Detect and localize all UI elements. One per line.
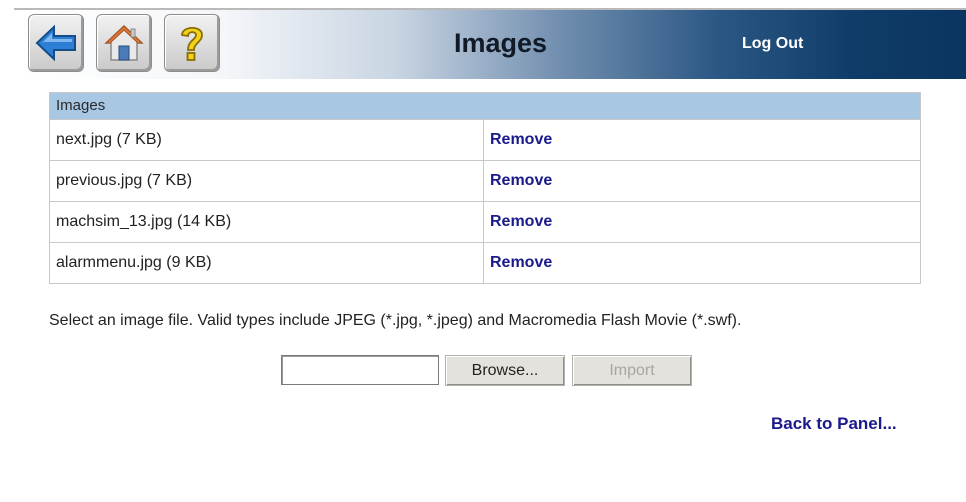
file-path-input[interactable]	[281, 355, 439, 385]
file-name-cell: next.jpg (7 KB)	[50, 120, 484, 160]
table-row: previous.jpg (7 KB) Remove	[50, 161, 920, 202]
header-bar: Images Log Out	[14, 8, 966, 79]
file-name-cell: machsim_13.jpg (14 KB)	[50, 202, 484, 242]
back-to-panel-link[interactable]: Back to Panel...	[771, 414, 897, 434]
page-title: Images	[454, 28, 548, 58]
home-icon	[104, 24, 144, 61]
images-table: Images next.jpg (7 KB) Remove previous.j…	[49, 92, 921, 284]
help-question-icon	[181, 26, 203, 61]
remove-link[interactable]: Remove	[484, 120, 920, 160]
remove-link[interactable]: Remove	[484, 161, 920, 201]
import-button[interactable]: Import	[572, 355, 692, 386]
remove-link[interactable]: Remove	[484, 243, 920, 283]
file-name-cell: alarmmenu.jpg (9 KB)	[50, 243, 484, 283]
table-header: Images	[50, 93, 920, 120]
table-row: alarmmenu.jpg (9 KB) Remove	[50, 243, 920, 283]
table-row: next.jpg (7 KB) Remove	[50, 120, 920, 161]
browse-button[interactable]: Browse...	[445, 355, 565, 386]
back-button[interactable]	[28, 14, 84, 72]
remove-link[interactable]: Remove	[484, 202, 920, 242]
table-row: machsim_13.jpg (14 KB) Remove	[50, 202, 920, 243]
home-button[interactable]	[96, 14, 152, 72]
logout-link[interactable]: Log Out	[742, 35, 803, 53]
file-name-cell: previous.jpg (7 KB)	[50, 161, 484, 201]
instructions-text: Select an image file. Valid types includ…	[49, 312, 742, 329]
back-arrow-icon	[35, 24, 76, 62]
help-button[interactable]	[164, 14, 220, 72]
